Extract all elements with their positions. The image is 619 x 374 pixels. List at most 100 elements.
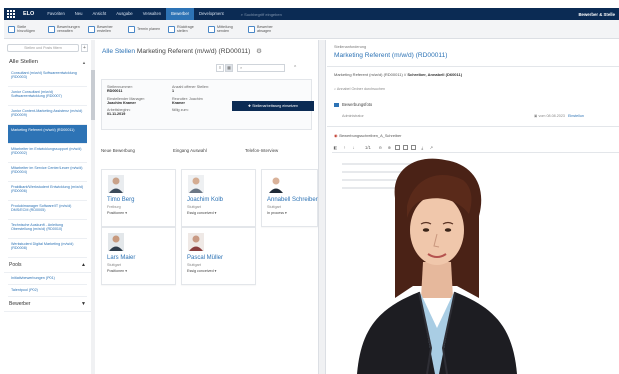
app-grid-icon[interactable]: [4, 8, 18, 20]
create-applicant-label: Bewerber erstellen: [97, 24, 113, 33]
download-icon[interactable]: ⤓: [419, 145, 426, 150]
send-message-label: Mitteilung senden: [217, 24, 233, 33]
zoom-out-icon[interactable]: ⊖: [377, 145, 384, 150]
pools-header[interactable]: Pools ▲: [4, 258, 91, 273]
detail-breadcrumb: Marketing Referent (m/w/d) (RD00011) // …: [334, 72, 462, 77]
menu-neu[interactable]: Neu: [70, 8, 88, 20]
menu-verwalten[interactable]: Verwalten: [138, 8, 166, 20]
applicant-card[interactable]: Joachim Kolb Stuttgart Essig conceived ▾: [181, 169, 256, 227]
hiring-manager-label: Einstellender Manager:: [107, 96, 145, 101]
pool-item[interactable]: Initiativbewerbungen (P01): [8, 273, 87, 285]
job-item[interactable]: Mitarbeiter im Entwicklungssupport (m/w/…: [8, 144, 87, 163]
details-link[interactable]: Einstellun: [568, 114, 584, 118]
board-search-input[interactable]: ⌕: [237, 64, 285, 72]
fit-width-icon[interactable]: [402, 145, 408, 150]
job-filter-input[interactable]: Stellen und Posts filtern: [7, 44, 79, 52]
crumb-person[interactable]: Schreiber, Annabell (D60011): [407, 72, 462, 77]
applicant-card[interactable]: Timo Berg Freiburg Positionen ▾: [101, 169, 176, 227]
job-item[interactable]: Produktmanager Software/IT (m/w/d) DMS/E…: [8, 201, 87, 220]
reject-applicant-button[interactable]: Bewerber absagen: [248, 25, 281, 33]
job-item[interactable]: Junior Content-Marketing Assistenz (m/w/…: [8, 106, 87, 125]
scrollbar-thumb[interactable]: [91, 70, 95, 120]
assign-workflow-button[interactable]: ✚ Stellenarbeitsweg einsetzen: [232, 101, 314, 111]
global-search-input[interactable]: ⌕ Suchbegriff eingeben: [229, 12, 282, 17]
manage-applications-label: Bewerbungen verwalten: [57, 24, 80, 33]
job-item[interactable]: Werkstudent Digital Marketing (m/w/d) (R…: [8, 239, 87, 258]
job-item[interactable]: Junior Consultant (m/w/d) Softwareentwic…: [8, 87, 87, 106]
plan-appointment-label: Termin planen: [137, 26, 161, 31]
fit-page-icon[interactable]: [394, 145, 400, 150]
detail-kind: Stellenanforderung: [334, 45, 367, 49]
applicant-name: Joachim Kolb: [187, 197, 224, 203]
attachment-file[interactable]: ◉ Bewerbungsschreiben_A_Schreiber: [334, 133, 401, 138]
ribbon-toolbar: Stelle hinzufügen Bewerbungen verwalten …: [4, 20, 619, 39]
reject-applicant-label: Bewerber absagen: [257, 24, 273, 33]
search-icon: ⌕: [240, 65, 243, 70]
column-incoming-selection: Eingang Auswahl: [173, 148, 207, 153]
divider: [327, 66, 619, 67]
arrow-down-icon[interactable]: ↓: [350, 145, 357, 150]
applicant-card[interactable]: Lars Maier Stuttgart Positionen ▾: [101, 227, 176, 285]
browse-folder-label: Annabel Ordner durchsuchen: [336, 87, 386, 91]
pool-item[interactable]: Talentpool (P02): [8, 285, 87, 297]
arrow-up-icon[interactable]: ↑: [341, 145, 348, 150]
add-job-button[interactable]: Stelle hinzufügen: [8, 25, 41, 33]
applicant-name: Pascal Müller: [187, 255, 224, 261]
image-icon: [334, 102, 339, 107]
add-job-icon: [8, 25, 15, 33]
applicant-status[interactable]: Positionen ▾: [107, 211, 127, 215]
menu-ausgabe[interactable]: Ausgabe: [111, 8, 138, 20]
share-icon[interactable]: ↗: [428, 145, 435, 150]
menu-ansicht[interactable]: Ansicht: [87, 8, 111, 20]
send-message-button[interactable]: Mitteilung senden: [208, 25, 241, 33]
job-info-box: Stellennummer: RD00011 Einstellender Mana…: [101, 79, 314, 130]
document-toolbar: ◧ ↑ ↓ 1/1 ⊖ ⊕ ⤓ ↗: [332, 143, 619, 153]
applicant-city: Stuttgart: [267, 205, 281, 209]
menu-bewerber[interactable]: Bewerber: [166, 8, 195, 20]
job-item[interactable]: Technische Auskunft - Anleitung Oberstel…: [8, 220, 87, 239]
applicant-status[interactable]: In process ▾: [267, 211, 287, 215]
job-item[interactable]: Consultant (m/w/d) Softwareentwicklung (…: [8, 68, 87, 87]
list-view-icon[interactable]: ≡: [216, 64, 224, 72]
app-logo: ELO: [23, 11, 35, 17]
status-label: Positionen: [107, 269, 125, 273]
avatar: [268, 175, 284, 193]
print-icon[interactable]: [410, 145, 416, 150]
job-item-selected[interactable]: Marketing Referent (m/w/d) (RD00011): [8, 125, 87, 144]
gear-icon[interactable]: ⚙: [256, 48, 262, 55]
ask-question-button[interactable]: Rückfrage stellen: [168, 25, 201, 33]
menu-favoriten[interactable]: Favoriten: [42, 8, 69, 20]
application-photo-row[interactable]: Bewerbungsfoto: [334, 102, 372, 107]
hiring-manager-value: Joachim Kramer: [107, 100, 136, 105]
page-title: Alle Stellen Marketing Referent (m/w/d) …: [102, 47, 262, 55]
board-view-icon[interactable]: ▦: [225, 64, 233, 72]
manage-applications-button[interactable]: Bewerbungen verwalten: [48, 25, 81, 33]
zoom-in-icon[interactable]: ⊕: [386, 145, 393, 150]
applicant-status[interactable]: Positionen ▾: [107, 269, 127, 273]
create-applicant-button[interactable]: Bewerber erstellen: [88, 25, 121, 33]
panel-splitter[interactable]: [318, 40, 326, 374]
applicant-city: Stuttgart: [187, 263, 201, 267]
avatar: [108, 175, 124, 193]
applicant-name: Lars Maier: [107, 255, 136, 261]
browse-folder-link[interactable]: ⌕ Annabel Ordner durchsuchen: [334, 87, 385, 91]
applicants-header[interactable]: Bewerber ▼: [4, 297, 91, 312]
all-jobs-header[interactable]: Alle Stellen ▲: [4, 56, 91, 68]
chevron-up-icon[interactable]: ⌃: [293, 65, 297, 71]
applicant-card[interactable]: Pascal Müller Stuttgart Essig conceived …: [181, 227, 256, 285]
left-scrollbar[interactable]: [91, 40, 95, 374]
job-item[interactable]: Praktikant/Werkstudent Entwicklung (m/w/…: [8, 182, 87, 201]
applicant-card[interactable]: Annabell Schreiber Stuttgart In process …: [261, 169, 318, 227]
add-icon[interactable]: +: [81, 44, 88, 52]
crumb-job[interactable]: Marketing Referent (m/w/d) (RD00011): [334, 72, 403, 77]
applicant-status[interactable]: Essig conceived ▾: [187, 211, 217, 215]
menu-development[interactable]: Development: [194, 8, 229, 20]
job-item[interactable]: Mitarbeiter im Service Center/Leuer (m/w…: [8, 163, 87, 182]
breadcrumb-all-jobs[interactable]: Alle Stellen: [102, 48, 135, 55]
plan-appointment-button[interactable]: Termin planen: [128, 25, 161, 33]
workspace-label[interactable]: Bewerber & Stelle: [578, 12, 619, 17]
applicant-status[interactable]: Essig conceived ▾: [187, 269, 217, 273]
applicants-title: Bewerber: [9, 301, 31, 307]
column-new-application: Neue Bewerbung: [101, 148, 135, 153]
sidebar-toggle-icon[interactable]: ◧: [332, 145, 339, 150]
